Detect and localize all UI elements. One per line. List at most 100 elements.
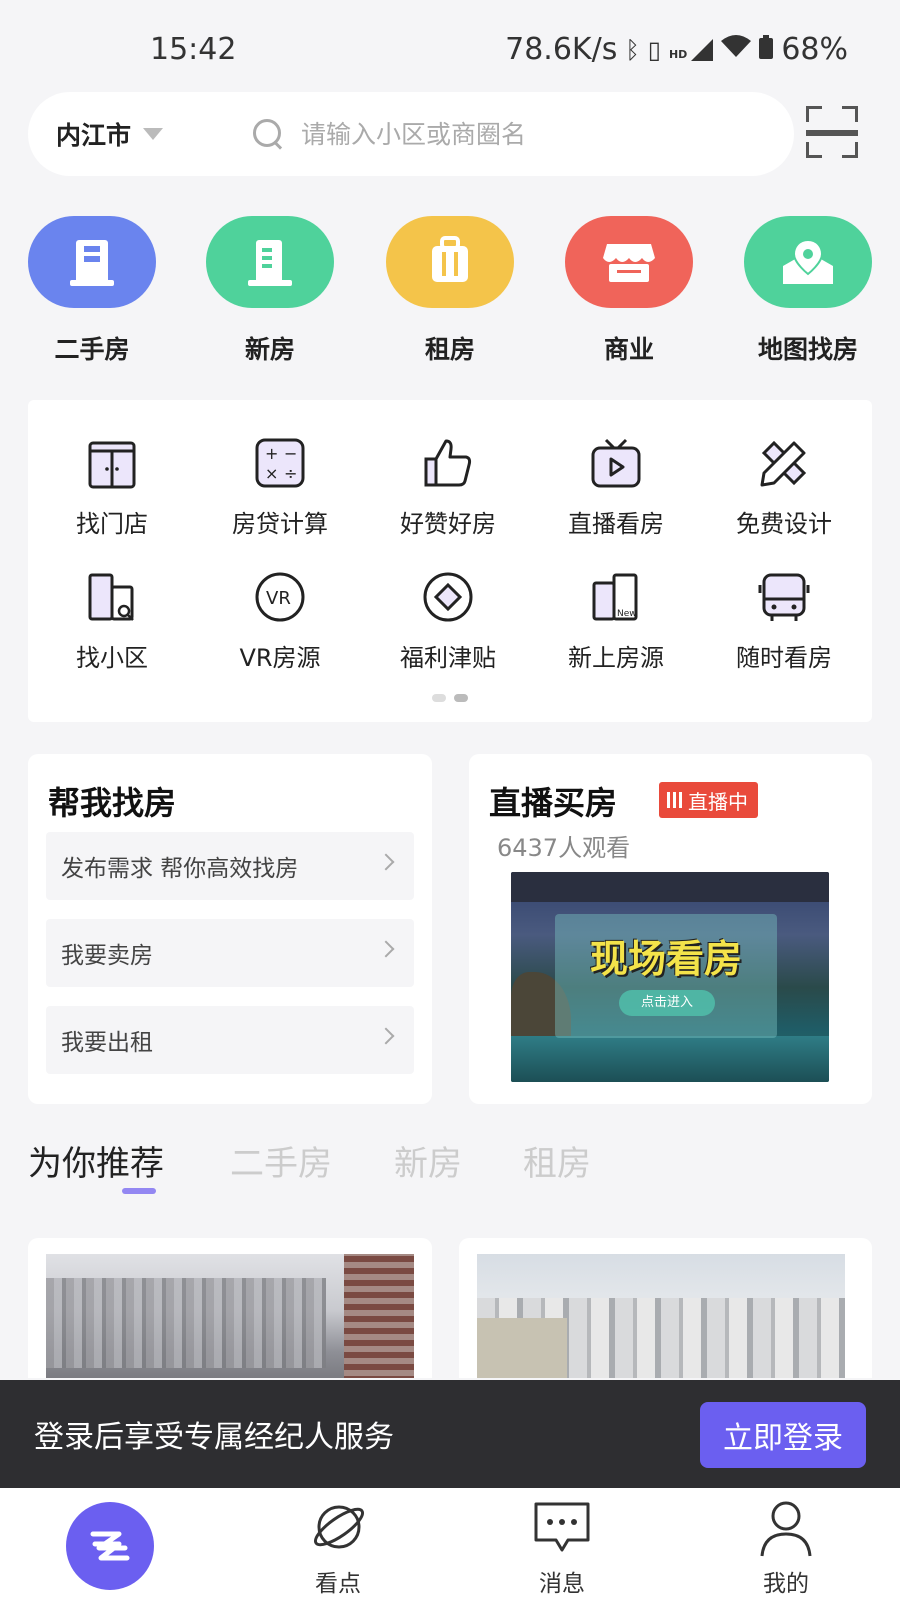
- live-bars-icon: [667, 792, 682, 808]
- tool-label: 找门店: [76, 510, 148, 538]
- svg-text:+: +: [265, 444, 278, 463]
- live-enter-button[interactable]: 点击进入: [619, 990, 715, 1016]
- page-dot: [432, 694, 446, 702]
- signal-hd-label: HD: [668, 47, 688, 61]
- live-thumbnail[interactable]: 现场看房 点击进入: [511, 872, 829, 1082]
- nav-me[interactable]: 我的: [696, 1488, 876, 1600]
- help-card-title: 帮我找房: [48, 784, 177, 822]
- chevron-right-icon: [377, 1027, 395, 1045]
- svg-text:−: −: [284, 444, 297, 463]
- tool-find-store[interactable]: 找门店: [28, 436, 196, 539]
- search-box: 内江市: [28, 92, 794, 176]
- tab-active-indicator: [122, 1188, 156, 1194]
- tab-new-house[interactable]: 新房: [394, 1136, 462, 1185]
- nav-highlights[interactable]: 看点: [248, 1488, 428, 1600]
- bus-icon: [757, 570, 811, 624]
- tool-label: 免费设计: [736, 510, 832, 538]
- tool-anytime-viewing[interactable]: 随时看房: [700, 570, 868, 673]
- search-input[interactable]: [301, 119, 771, 149]
- tool-live-viewing[interactable]: 直播看房: [532, 436, 700, 539]
- category-map-search[interactable]: 地图找房: [733, 216, 883, 366]
- nav-label: 看点: [315, 1571, 361, 1597]
- tool-welfare[interactable]: 福利津贴: [364, 570, 532, 673]
- main-categories: 二手房 新房 租房 商业 地图找房: [0, 216, 900, 366]
- city-selector[interactable]: 内江市: [56, 116, 231, 152]
- publish-request-link[interactable]: 发布需求 帮你高效找房: [46, 832, 414, 900]
- status-right: 78.6K/s ᛒ ▯ HD 68%: [505, 32, 848, 67]
- thumbs-up-icon: [421, 436, 475, 490]
- suitcase-icon: [386, 216, 514, 308]
- tv-play-icon: [589, 436, 643, 490]
- page-indicator: [28, 694, 872, 702]
- network-speed: 78.6K/s: [505, 32, 618, 67]
- category-second-hand[interactable]: 二手房: [17, 216, 167, 366]
- tool-mortgage-calc[interactable]: + − × ÷ 房贷计算: [196, 436, 364, 539]
- chevron-right-icon: [377, 940, 395, 958]
- planet-icon: [310, 1498, 368, 1560]
- nav-messages[interactable]: 消息: [472, 1488, 652, 1600]
- tool-new-listings[interactable]: New 新上房源: [532, 570, 700, 673]
- sell-house-link[interactable]: 我要卖房: [46, 919, 414, 987]
- category-label: 地图找房: [757, 335, 858, 364]
- live-badge: 直播中: [659, 782, 758, 818]
- signal-icon: HD: [668, 38, 714, 61]
- tool-label: 新上房源: [568, 644, 664, 672]
- tab-recommended[interactable]: 为你推荐: [28, 1136, 164, 1185]
- listing-photo-building: [344, 1254, 414, 1378]
- category-new-house[interactable]: 新房: [195, 216, 345, 366]
- tab-rent[interactable]: 租房: [523, 1136, 591, 1185]
- tool-free-design[interactable]: 免费设计: [700, 436, 868, 539]
- svg-text:×: ×: [265, 464, 278, 483]
- category-label: 商业: [603, 335, 654, 364]
- rent-out-link[interactable]: 我要出租: [46, 1006, 414, 1074]
- tab-second-hand[interactable]: 二手房: [230, 1136, 332, 1185]
- category-label: 租房: [424, 335, 475, 364]
- tool-good-house[interactable]: 好赞好房: [364, 436, 532, 539]
- tool-label: 直播看房: [568, 510, 664, 538]
- live-buy-card[interactable]: 直播买房 直播中 6437人观看 现场看房 点击进入: [469, 754, 872, 1104]
- wifi-icon: [721, 32, 752, 67]
- login-button[interactable]: 立即登录: [700, 1402, 866, 1468]
- recommend-tabs: 为你推荐 二手房 新房 租房: [28, 1136, 872, 1206]
- live-card-title: 直播买房: [489, 784, 618, 822]
- home-logo-icon: [66, 1502, 154, 1590]
- store-door-icon: [85, 436, 139, 490]
- message-icon: [532, 1500, 592, 1560]
- tool-label: 找小区: [76, 644, 148, 672]
- building-icon: [28, 216, 156, 308]
- tool-vr-listing[interactable]: VR VR房源: [196, 570, 364, 673]
- community-search-icon: [85, 570, 139, 624]
- svg-text:VR: VR: [266, 588, 291, 609]
- category-rent[interactable]: 租房: [375, 216, 525, 366]
- chevron-down-icon: [143, 128, 164, 140]
- city-name: 内江市: [56, 121, 132, 150]
- tool-label: 好赞好房: [400, 510, 496, 538]
- nav-label: 消息: [539, 1571, 585, 1597]
- tool-label: 随时看房: [736, 644, 832, 672]
- listing-card[interactable]: [459, 1238, 872, 1378]
- category-commercial[interactable]: 商业: [554, 216, 704, 366]
- chevron-right-icon: [377, 853, 395, 871]
- category-label: 二手房: [54, 335, 130, 364]
- store-icon: [565, 216, 693, 308]
- new-building-icon: [206, 216, 334, 308]
- login-banner: 登录后享受专属经纪人服务 立即登录: [0, 1380, 900, 1488]
- status-time: 15:42: [150, 32, 237, 67]
- new-listing-icon: New: [589, 570, 643, 624]
- scan-icon[interactable]: [806, 106, 858, 158]
- battery-icon: [759, 32, 774, 67]
- vr-icon: VR: [253, 570, 307, 624]
- user-icon: [758, 1498, 814, 1562]
- tool-find-community[interactable]: 找小区: [28, 570, 196, 673]
- nav-home[interactable]: [0, 1488, 180, 1600]
- vibrate-icon: ▯: [647, 35, 661, 64]
- live-thumbnail-title: 现场看房: [589, 936, 742, 981]
- diamond-coin-icon: [421, 570, 475, 624]
- help-find-card: 帮我找房 发布需求 帮你高效找房 我要卖房 我要出租: [28, 754, 432, 1104]
- ruler-pencil-icon: [757, 436, 811, 490]
- login-banner-text: 登录后享受专属经纪人服务: [34, 1420, 394, 1455]
- bottom-nav: 看点 消息 我的: [0, 1488, 900, 1600]
- search-row: 内江市: [0, 92, 900, 178]
- listing-card[interactable]: [28, 1238, 432, 1378]
- calculator-icon: + − × ÷: [253, 436, 307, 490]
